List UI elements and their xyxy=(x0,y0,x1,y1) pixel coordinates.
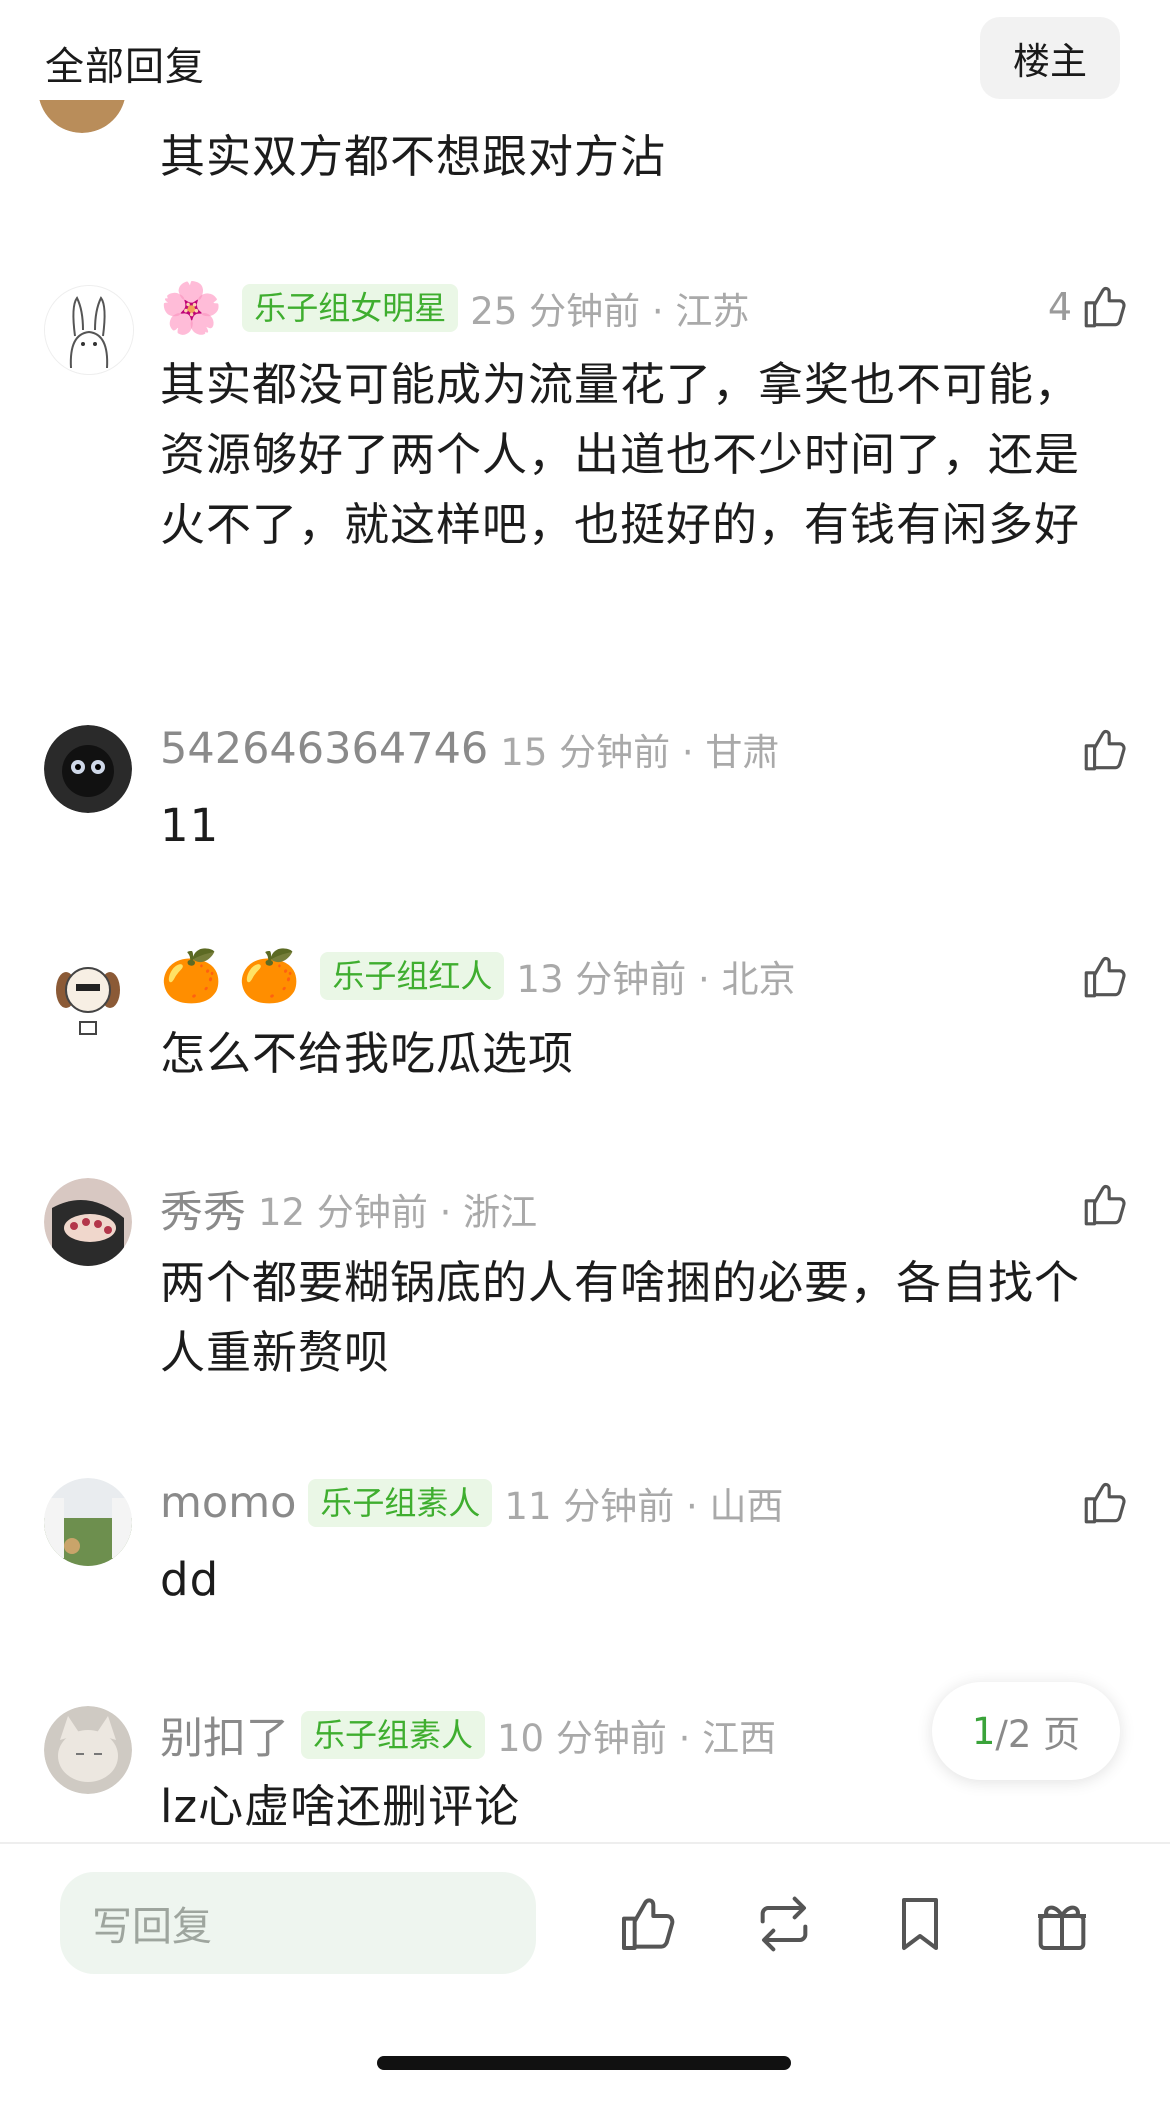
thumbs-up-icon xyxy=(622,1898,675,1950)
like-count: 4 xyxy=(1047,285,1072,329)
user-badge: 乐子组女明星 xyxy=(242,284,459,332)
flower-icon: 🌸 xyxy=(160,279,223,337)
bookmark-button[interactable] xyxy=(888,1892,952,1956)
thumbs-up-icon xyxy=(1084,956,1126,998)
bottom-action-bar: 写回复 xyxy=(0,1842,1170,2101)
current-page: 1 xyxy=(971,1709,996,1753)
comment-text: 11 xyxy=(160,799,220,852)
comment-time: 12 分钟前 · 浙江 xyxy=(258,1191,538,1234)
comment-text: lz心虚啥还删评论 xyxy=(160,1780,521,1833)
repost-icon xyxy=(760,1896,808,1952)
username[interactable]: momo xyxy=(160,1478,296,1528)
reply-input[interactable]: 写回复 xyxy=(60,1872,536,1974)
page-indicator[interactable]: 1/2 页 xyxy=(932,1682,1120,1780)
comment-meta: 别扣了 乐子组素人 10 分钟前 · 江西 xyxy=(160,1704,776,1766)
username[interactable]: 542646364746 xyxy=(160,724,488,774)
comment-time: 10 分钟前 · 江西 xyxy=(497,1717,777,1760)
page-header: 全部回复 楼主 xyxy=(0,0,1170,115)
user-badge: 乐子组红人 xyxy=(320,952,505,1000)
total-pages: /2 页 xyxy=(995,1713,1081,1756)
comment-time: 11 分钟前 · 山西 xyxy=(504,1485,784,1528)
thumbs-up-icon xyxy=(1084,1184,1126,1226)
comment-time: 25 分钟前 · 江苏 xyxy=(470,290,750,333)
comment-text: 两个都要糊锅底的人有啥捆的必要，各自找个人重新赘呗 xyxy=(160,1256,1081,1379)
like-post-button[interactable] xyxy=(616,1892,680,1956)
comment-time: 13 分钟前 · 北京 xyxy=(516,958,796,1001)
owner-only-button[interactable]: 楼主 xyxy=(980,17,1120,99)
comment-text: dd xyxy=(160,1553,220,1606)
gift-button[interactable] xyxy=(1030,1892,1094,1956)
like-button[interactable] xyxy=(1080,1478,1130,1528)
comment-meta: 🍊 🍊 乐子组红人 13 分钟前 · 北京 xyxy=(160,948,796,1004)
avatar[interactable] xyxy=(44,1478,132,1566)
avatar[interactable] xyxy=(44,950,132,1038)
comment-meta: 542646364746 15 分钟前 · 甘肃 xyxy=(160,722,779,776)
like-button[interactable] xyxy=(1080,725,1130,775)
home-indicator xyxy=(377,2056,791,2070)
bookmark-icon xyxy=(902,1898,938,1950)
comment-meta: momo 乐子组素人 11 分钟前 · 山西 xyxy=(160,1476,784,1530)
user-badge: 乐子组素人 xyxy=(301,1711,486,1759)
thumbs-up-icon xyxy=(1084,286,1126,328)
comment-time: 15 分钟前 · 甘肃 xyxy=(500,731,780,774)
gift-icon xyxy=(1038,1905,1086,1950)
like-button[interactable] xyxy=(1080,1180,1130,1230)
avatar[interactable] xyxy=(44,1706,132,1794)
username[interactable]: 别扣了 xyxy=(160,1704,289,1766)
thumbs-up-icon xyxy=(1084,729,1126,771)
username[interactable]: 秀秀 xyxy=(160,1178,246,1240)
comment-text: 其实都没可能成为流量花了，拿奖也不可能，资源够好了两个人，出道也不少时间了，还是… xyxy=(160,358,1081,551)
comment-meta: 秀秀 12 分钟前 · 浙江 xyxy=(160,1178,537,1240)
comment-meta: 🌸 乐子组女明星 25 分钟前 · 江苏 xyxy=(160,280,749,336)
comment-text: 其实双方都不想跟对方沾 xyxy=(160,130,667,183)
avatar[interactable] xyxy=(44,285,134,375)
thumbs-up-icon xyxy=(1084,1482,1126,1524)
page-title: 全部回复 xyxy=(45,45,206,90)
comment-text: 怎么不给我吃瓜选项 xyxy=(160,1027,575,1080)
user-badge: 乐子组素人 xyxy=(308,1479,493,1527)
like-button[interactable]: 4 xyxy=(1048,282,1130,332)
avatar[interactable] xyxy=(44,725,132,813)
avatar[interactable] xyxy=(44,1178,132,1266)
orange-icon: 🍊 🍊 xyxy=(160,947,301,1005)
like-button[interactable] xyxy=(1080,952,1130,1002)
repost-button[interactable] xyxy=(752,1892,816,1956)
